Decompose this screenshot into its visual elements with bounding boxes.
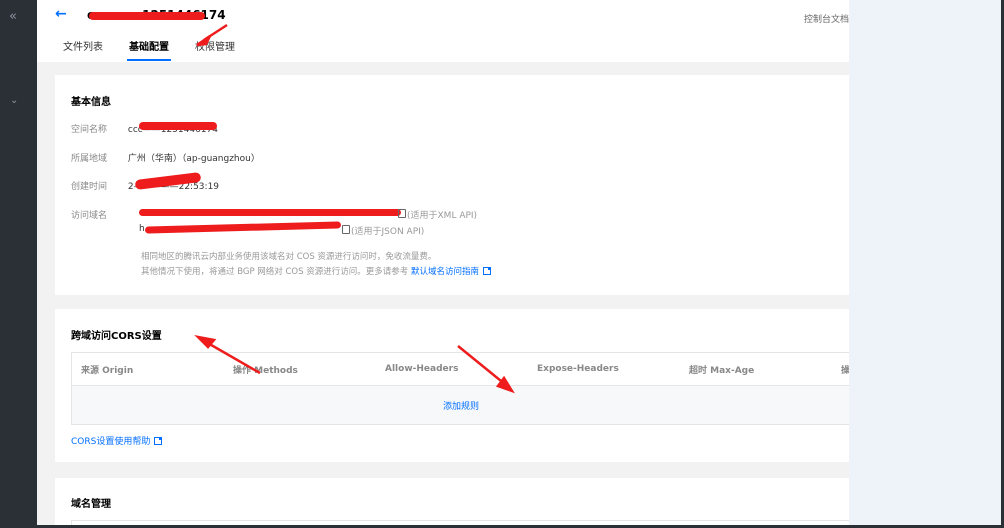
annotation-arrow — [205, 340, 261, 375]
annotation-arrow — [457, 345, 507, 386]
arrow-head — [196, 34, 212, 47]
annotation-arrows — [194, 23, 515, 394]
